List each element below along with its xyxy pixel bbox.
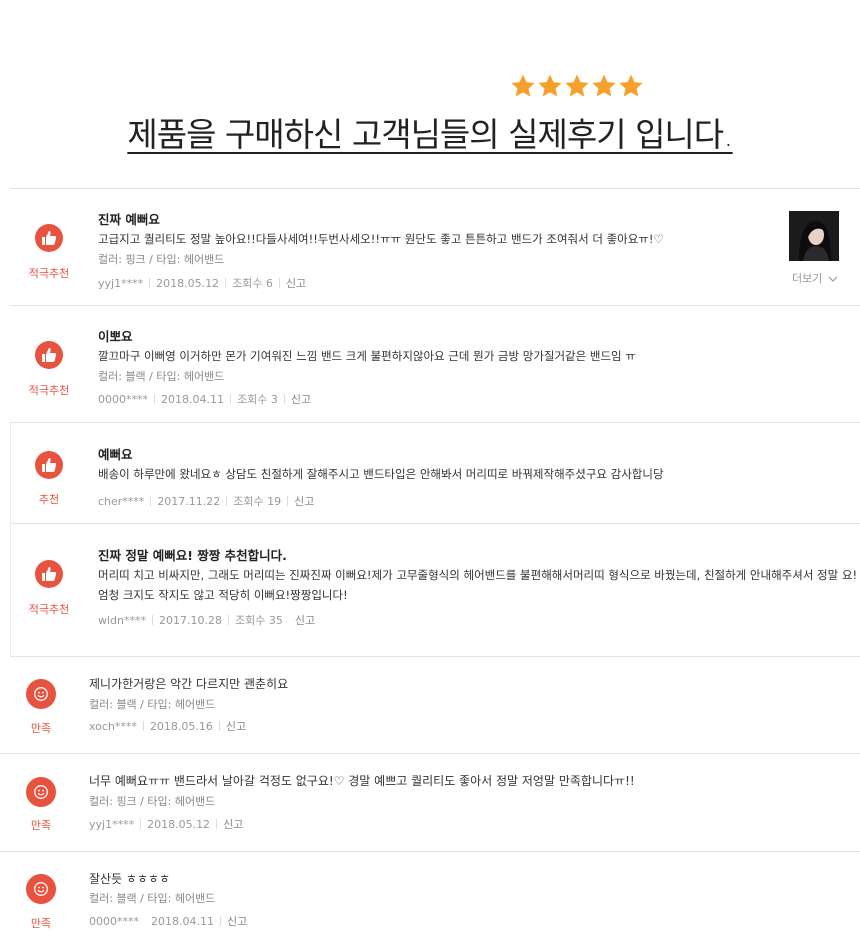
review-badge: 만족 [30,819,52,832]
review-user: cher**** [98,494,145,508]
review-item: 적극추천 진짜 예뻐요 고급지고 퀄리티도 정말 높아요!!다들사세여!!두번사… [10,189,860,306]
review-badge: 적극추천 [28,384,70,397]
review-badge: 만족 [30,722,52,735]
rating-stars [510,73,644,99]
review-meta: yyj1**** 2018.05.12 신고 [89,816,243,832]
review-date: 2017.11.22 [157,494,221,508]
review-date: 2018.05.16 [149,719,213,733]
thumbs-up-icon [35,224,63,252]
review-user: 0000**** [89,914,139,928]
review-photo[interactable] [789,211,839,261]
review-item: 만족 잘산듯 ㅎㅎㅎㅎ 컬러: 블랙 / 타입: 헤어밴드 0000**** 2… [0,852,860,947]
report-link[interactable]: 신고 [291,391,311,407]
review-item: 만족 너무 예뻐요ㅠㅠ 밴드라서 날아갈 걱정도 없구요!♡ 경말 예쁘고 퀄리… [0,754,860,852]
review-date: 2018.04.11 [151,914,214,928]
star-icon [619,74,643,97]
review-item: 만족 제니가한거랑은 악간 다르지만 괜춘히요 컬러: 블랙 / 타입: 헤어밴… [0,657,860,754]
review-option: 컬러: 핑크 / 타입: 헤어밴드 [98,253,225,266]
thumbs-up-icon [35,560,63,588]
review-badge: 적극추천 [28,603,70,616]
report-link[interactable]: 신고 [226,718,246,734]
review-meta: 0000**** 2018.04.11 조회수 3 신고 [98,391,311,407]
review-body: 잘산듯 ㅎㅎㅎㅎ [89,872,171,886]
review-item: 추천 예뻐요 배송이 하루만에 왔네요ㅎ 상담도 친절하게 잘해주시고 밴드타입… [10,423,860,524]
thumbs-up-icon [35,341,63,369]
review-body: 배송이 하루만에 왔네요ㅎ 상담도 친절하게 잘해주시고 밴드타입은 안해봐서 … [98,467,664,481]
star-icon [592,74,616,97]
star-icon [511,74,535,97]
review-date: 2017.10.28 [159,613,222,627]
review-title[interactable]: 이뽀요 [98,326,133,345]
review-date: 2018.05.12 [156,276,220,290]
review-meta: wldn**** 2017.10.28 조회수 35 신고 [98,612,315,628]
review-item: 적극추천 진짜 정말 예뻐요! 짱짱 추천합니다. 머리띠 치고 비싸지만, 그… [10,524,860,657]
review-body: 머리띠 치고 비싸지만, 그래도 머리띠는 진짜진짜 이뻐요!제가 고무줄형식의… [98,568,858,602]
review-user: 0000**** [98,392,148,406]
review-meta: 0000**** 2018.04.11 신고 [89,913,247,929]
report-link[interactable]: 신고 [294,493,314,509]
report-link[interactable]: 신고 [227,913,247,929]
review-body: 너무 예뻐요ㅠㅠ 밴드라서 날아갈 걱정도 없구요!♡ 경말 예쁘고 퀄리티도 … [89,774,635,788]
report-link[interactable]: 신고 [295,612,315,628]
review-option: 컬러: 핑크 / 타입: 헤어밴드 [89,795,216,808]
review-option: 컬러: 블랙 / 타입: 헤어밴드 [89,698,216,711]
review-option: 컬러: 블랙 / 타입: 헤어밴드 [89,892,216,905]
review-badge: 추천 [38,493,60,506]
review-body: 고급지고 퀄리티도 정말 높아요!!다들사세여!!두번사세오!!ㅠㅠ 원단도 좋… [98,232,664,246]
page-title: 제품을 구매하신 고객님들의 실제후기 입니다. [127,115,733,154]
more-button[interactable]: 더보기 [792,270,838,286]
review-views: 조회수 3 [236,393,278,406]
review-user: xoch**** [89,719,137,733]
review-title[interactable]: 진짜 예뻐요 [98,209,160,228]
review-views: 조회수 6 [232,277,273,290]
star-icon [538,74,562,97]
review-meta: yyj1**** 2018.05.12 조회수 6 신고 [98,275,306,291]
review-badge: 적극추천 [28,267,70,280]
review-user: yyj1**** [98,276,144,290]
review-meta: xoch**** 2018.05.16 신고 [89,718,246,734]
report-link[interactable]: 신고 [223,816,243,832]
more-label: 더보기 [792,272,823,285]
review-views: 조회수 35 [235,614,283,627]
review-date: 2018.05.12 [147,817,211,831]
smile-icon [26,874,56,904]
report-link[interactable]: 신고 [286,275,306,291]
review-date: 2018.04.11 [161,392,224,406]
review-views: 조회수 19 [233,495,282,508]
review-option: 컬러: 블랙 / 타입: 헤어밴드 [98,370,225,383]
review-body: 깔끄마구 이뻐영 이거하만 몬가 기여워진 느낌 밴드 크게 불편하지않아요 근… [98,349,636,363]
review-meta: cher**** 2017.11.22 조회수 19 신고 [98,493,314,509]
review-title[interactable]: 진짜 정말 예뻐요! 짱짱 추천합니다. [98,545,287,564]
review-user: yyj1**** [89,817,135,831]
smile-icon [26,777,56,807]
review-item: 적극추천 이뽀요 깔끄마구 이뻐영 이거하만 몬가 기여워진 느낌 밴드 크게 … [10,306,860,423]
smile-icon [26,679,56,709]
review-body: 제니가한거랑은 악간 다르지만 괜춘히요 [89,677,289,691]
review-user: wldn**** [98,613,147,627]
review-badge: 만족 [30,917,52,930]
thumbs-up-icon [35,451,63,479]
chevron-down-icon [828,276,838,282]
review-title[interactable]: 예뻐요 [98,444,133,463]
star-icon [565,74,589,97]
